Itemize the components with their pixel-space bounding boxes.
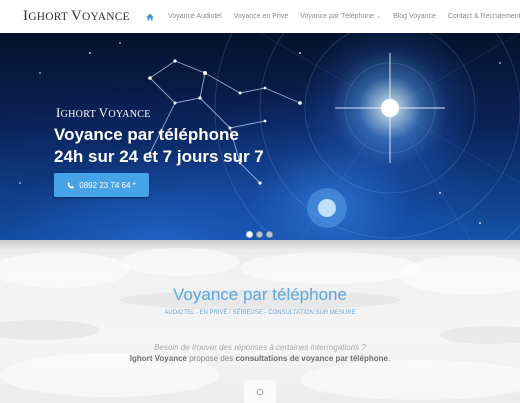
hero-headline-2: 24h sur 24 et 7 jours sur 7 (54, 147, 264, 166)
cloud-background (0, 248, 520, 400)
intro-mid-text: propose des (187, 354, 236, 363)
hero-brand-rest-b: OYANCE (108, 109, 151, 120)
slider-pagination (246, 231, 273, 238)
logo-rest-a: GHORT (28, 11, 71, 23)
hero-brand: IGHORT VOYANCE (56, 105, 151, 121)
call-phone-label: 0892 23 74 64 * (79, 180, 136, 190)
scroll-down-button[interactable] (244, 380, 276, 403)
slider-dot-1[interactable] (246, 231, 253, 238)
nav-home[interactable] (142, 13, 162, 21)
hero-slider: IGHORT VOYANCE Voyance par téléphone 24h… (0, 33, 520, 240)
nav-contact-recrutement[interactable]: Contact & Recrutement (442, 0, 520, 33)
intro-description: Ighort Voyance propose des consultations… (0, 354, 520, 363)
site-header: IGHORT VOYANCE Voyance Audiotel Voyance … (0, 0, 520, 33)
home-icon (146, 13, 154, 20)
section-subtitle: AUDIOTEL - EN PRIVÉ / SÉRIEUSE - CONSULT… (164, 310, 356, 316)
chevron-down-icon: ⌄ (376, 13, 382, 20)
scroll-circle-icon (256, 388, 264, 395)
nav-blog-voyance[interactable]: Blog Voyance (387, 0, 442, 33)
site-logo[interactable]: IGHORT VOYANCE (23, 8, 130, 25)
intro-section: Voyance par téléphone AUDIOTEL - EN PRIV… (0, 240, 520, 403)
logo-letter-v: V (71, 8, 83, 24)
intro-brand: Ighort Voyance (129, 354, 187, 363)
intro-end-text: . (387, 354, 391, 363)
slider-dot-3[interactable] (266, 231, 273, 238)
slider-dot-2[interactable] (256, 231, 263, 238)
hero-headline-1: Voyance par téléphone (54, 125, 239, 144)
nav-voyance-par-telephone[interactable]: Voyance par Téléphone ⌄ (294, 0, 387, 34)
logo-rest-b: OYANCE (82, 11, 130, 23)
hero-brand-rest-a: GHORT (60, 109, 99, 120)
nav-voyance-en-prive[interactable]: Voyance en Privé (228, 0, 294, 33)
main-nav: Voyance Audiotel Voyance en Privé Voyanc… (142, 0, 520, 33)
phone-icon (67, 182, 74, 188)
section-title: Voyance par téléphone (173, 285, 347, 304)
call-phone-button[interactable]: 0892 23 74 64 * (54, 173, 149, 197)
intro-question: Besoin de trouver des réponses à certain… (154, 343, 366, 352)
nav-voyance-par-telephone-label: Voyance par Téléphone (300, 12, 375, 20)
intro-bold-text: consultations de voyance par téléphone (235, 354, 388, 363)
nav-voyance-audiotel[interactable]: Voyance Audiotel (162, 0, 228, 33)
hero-brand-letter-v: V (98, 105, 109, 120)
